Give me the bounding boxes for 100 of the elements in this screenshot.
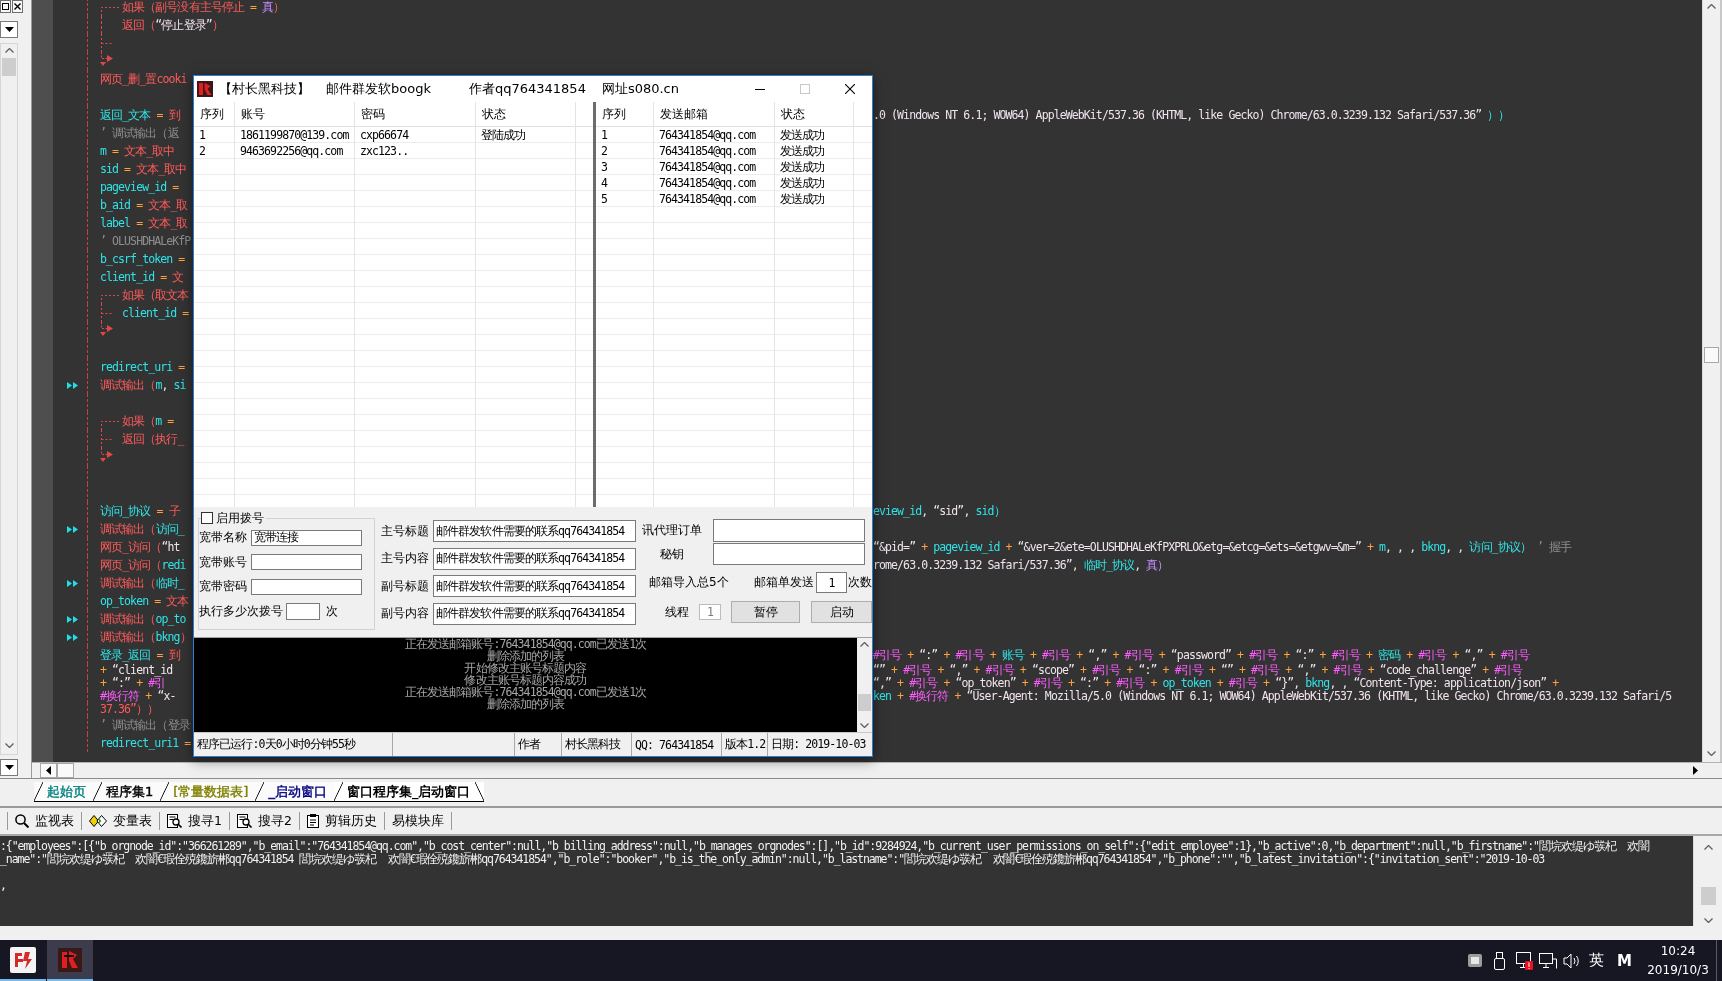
input-language-indicator[interactable]: 英 bbox=[1589, 951, 1605, 970]
code-line: 调试输出（临时_ bbox=[100, 576, 184, 590]
column-header[interactable]: 账号 bbox=[235, 102, 355, 127]
field-label: 主号标题 bbox=[381, 522, 429, 540]
dropdown-button[interactable] bbox=[0, 21, 18, 38]
code-line: b_aid = 文本_取 bbox=[100, 198, 188, 212]
text-field[interactable] bbox=[251, 554, 362, 570]
table-cell: 3 bbox=[601, 160, 608, 174]
scroll-up-icon[interactable] bbox=[860, 642, 869, 647]
window-title: 作者qq764341854 bbox=[468, 80, 586, 98]
column-header[interactable]: 序列 bbox=[194, 102, 235, 127]
code-line: ’ 调试输出（登录 bbox=[100, 718, 190, 732]
text-field[interactable] bbox=[286, 602, 320, 620]
log-line: 删除添加的列表 bbox=[486, 650, 565, 662]
text-field[interactable]: 邮件群发软件需要的联系qq764341854 bbox=[433, 602, 636, 625]
number-field[interactable]: 1 bbox=[816, 572, 847, 593]
code-line: client_id = bbox=[122, 306, 189, 320]
ime-mode-indicator[interactable]: M bbox=[1617, 951, 1632, 970]
scroll-down-icon[interactable] bbox=[4, 743, 14, 748]
window-title: 【村长黑科技】 bbox=[219, 80, 310, 98]
code-line: 37.36”）） bbox=[100, 703, 159, 716]
dropdown-button[interactable] bbox=[0, 759, 18, 776]
code-line: 返回（“停止登录”） bbox=[122, 18, 223, 32]
scrollbar-thumb[interactable] bbox=[57, 763, 74, 778]
column-header[interactable]: 发送邮箱 bbox=[654, 102, 775, 127]
field-label: 线程 bbox=[665, 603, 689, 621]
field-label: 主号内容 bbox=[381, 550, 429, 567]
text-field[interactable] bbox=[713, 543, 865, 565]
panel-tab[interactable]: 剪辑历史 bbox=[302, 811, 381, 831]
editor-tab[interactable]: 窗口程序集_启动窗口 bbox=[333, 782, 485, 802]
column-header[interactable]: 状态 bbox=[775, 102, 854, 127]
scroll-down-icon[interactable] bbox=[1707, 751, 1716, 756]
editor-tab[interactable]: [常量数据表] bbox=[160, 782, 257, 802]
scrollbar-thumb[interactable] bbox=[1704, 347, 1719, 363]
text-field[interactable]: 邮件群发软件需要的联系qq764341854 bbox=[433, 520, 636, 542]
scroll-up-icon[interactable] bbox=[4, 48, 14, 53]
scrollbar-thumb[interactable] bbox=[2, 58, 16, 76]
scroll-down-icon[interactable] bbox=[1703, 918, 1713, 923]
text-field[interactable]: 宽带连接 bbox=[251, 529, 362, 546]
editor-tab[interactable]: 程序集1 bbox=[93, 782, 162, 802]
text-field[interactable]: 邮件群发软件需要的联系qq764341854 bbox=[433, 547, 636, 570]
panel-tab[interactable]: 变量表 bbox=[85, 811, 156, 831]
dialog-button[interactable]: 启动 bbox=[811, 601, 872, 623]
code-line: ken + #换行符 + “User-Agent: Mozilla/5.0 (Windows NT 6.1; WOW64) AppleWebKit/537.36 (KHTML, like Gecko) Chrome/63.0.3239.132 Safari/5 bbox=[873, 690, 1672, 703]
status-text: 程序已运行:0天0小时0分钟55秒 bbox=[194, 733, 393, 756]
code-line: label = 文本_取 bbox=[100, 216, 188, 230]
column-header[interactable]: 密码 bbox=[355, 102, 476, 127]
clock-date: 2019/10/3 bbox=[1647, 961, 1709, 979]
usb-drive-icon[interactable] bbox=[1494, 951, 1506, 970]
minimize-icon bbox=[754, 88, 765, 90]
code-line: “” + #引号 + “,” + #引号 + “scope” + #引号 + “:” + #引号 + “” + #引号 + “,” + #引号 + “code_challenge” + #引号 bbox=[873, 664, 1523, 677]
editor-tab[interactable]: 起始页 bbox=[34, 782, 94, 802]
horizontal-scrollbar[interactable] bbox=[32, 762, 1722, 778]
app-icon bbox=[58, 947, 82, 972]
scroll-up-icon[interactable] bbox=[1707, 4, 1716, 9]
flow-end-arrow-icon bbox=[100, 448, 113, 462]
status-text: 版本1.2 bbox=[722, 733, 768, 756]
close-button[interactable] bbox=[12, 0, 23, 13]
text-field[interactable] bbox=[713, 519, 865, 542]
code-line: “&pid=” + pageview_id + “&ver=2&ete=OLUSHDHALeKfPXPRLO&etg=&etcg=&ets=&etgwv=&m=” + m, , , bkng, , 访问_协议） ’ 握手 bbox=[873, 540, 1572, 554]
volume-icon[interactable] bbox=[1563, 952, 1582, 969]
tray-app-icon[interactable] bbox=[1468, 954, 1483, 967]
diamond-pair-icon bbox=[89, 815, 107, 827]
panel-tab[interactable]: 搜寻2 bbox=[232, 811, 296, 831]
code-line: 网页_访问（redi bbox=[100, 558, 186, 572]
table-cell: 发送成功 bbox=[780, 143, 825, 159]
scroll-down-icon[interactable] bbox=[860, 723, 869, 728]
field-label: 讯代理订单 bbox=[641, 522, 703, 539]
code-line: 如果（m = bbox=[122, 414, 174, 428]
scrollbar-thumb[interactable] bbox=[858, 694, 871, 711]
network-warning-icon[interactable] bbox=[1516, 951, 1534, 970]
table-cell: 2 bbox=[601, 144, 608, 158]
restore-button[interactable] bbox=[0, 0, 11, 13]
table-cell: 5 bbox=[601, 192, 608, 206]
taskbar-app-button[interactable] bbox=[47, 940, 93, 981]
log-line: 修改主账号标题内容成功 bbox=[464, 674, 587, 686]
column-header[interactable]: 序列 bbox=[596, 102, 654, 127]
field-label: 副号内容 bbox=[381, 605, 429, 622]
checkbox[interactable] bbox=[201, 512, 213, 524]
column-header[interactable]: 状态 bbox=[476, 102, 576, 127]
editor-tab[interactable]: _启动窗口 bbox=[255, 782, 335, 802]
flow-end-arrow-icon bbox=[100, 322, 113, 336]
scroll-left-button[interactable] bbox=[40, 763, 57, 778]
scroll-right-icon[interactable] bbox=[1693, 766, 1698, 775]
scroll-up-icon[interactable] bbox=[1703, 845, 1713, 850]
checkbox-label[interactable]: 启用拨号 bbox=[216, 509, 264, 527]
window-title: 邮件群发软boogk bbox=[326, 80, 431, 98]
vertical-scrollbar[interactable] bbox=[0, 43, 18, 755]
dialog-button[interactable]: 暂停 bbox=[731, 601, 800, 623]
scrollbar-thumb[interactable] bbox=[1700, 887, 1716, 905]
network-icon[interactable] bbox=[1539, 952, 1558, 969]
code-line: op_token = 文本 bbox=[100, 594, 189, 608]
text-field[interactable]: 邮件群发软件需要的联系qq764341854 bbox=[433, 575, 636, 597]
log-line: 开始修改主账号标题内容 bbox=[464, 662, 587, 674]
vertical-scrollbar[interactable] bbox=[857, 638, 872, 732]
panel-tab[interactable]: 易模块库 bbox=[387, 811, 448, 831]
text-field[interactable] bbox=[251, 578, 362, 595]
vertical-scrollbar[interactable] bbox=[1702, 0, 1722, 762]
panel-tab[interactable]: 监视表 bbox=[11, 811, 78, 831]
panel-tab[interactable]: 搜寻1 bbox=[163, 811, 226, 831]
